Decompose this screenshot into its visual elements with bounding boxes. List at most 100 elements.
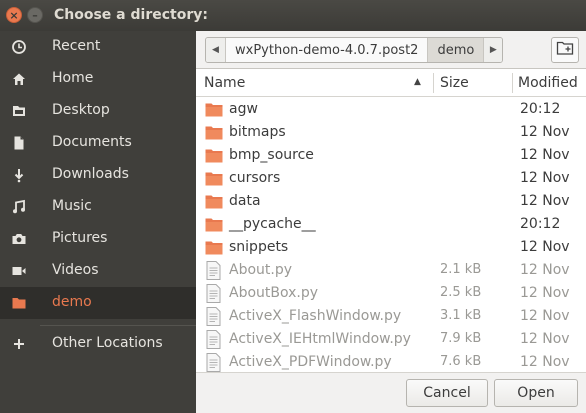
chevron-left-icon: ◀ <box>212 45 219 55</box>
file-name: agw <box>229 101 258 117</box>
text-file-icon <box>205 330 223 349</box>
download-icon <box>10 166 28 184</box>
plus-icon <box>10 335 28 353</box>
sidebar-item-label: Pictures <box>52 230 108 246</box>
location-toolbar: ◀ wxPython-demo-4.0.7.post2 demo ▶ <box>196 31 586 68</box>
clock-icon <box>10 38 28 56</box>
text-file-icon <box>205 284 223 303</box>
sidebar-item-music[interactable]: Music <box>0 191 196 223</box>
minimize-window-button[interactable]: – <box>27 7 43 23</box>
list-item[interactable]: About.py 2.1 kB 12 Nov <box>196 259 586 282</box>
path-segment-current[interactable]: demo <box>427 38 484 62</box>
file-name: ActiveX_PDFWindow.py <box>229 354 392 370</box>
document-icon <box>10 134 28 152</box>
sidebar-item-demo[interactable]: demo <box>0 287 196 319</box>
camera-icon <box>10 230 28 248</box>
file-name: cursors <box>229 170 281 186</box>
sidebar-item-videos[interactable]: Videos <box>0 255 196 287</box>
list-item[interactable]: agw 20:12 <box>196 98 586 121</box>
column-divider[interactable] <box>433 73 434 93</box>
path-segment-parent[interactable]: wxPython-demo-4.0.7.post2 <box>225 38 428 62</box>
path-scroll-right-button[interactable]: ▶ <box>483 38 503 62</box>
file-name: About.py <box>229 262 293 278</box>
file-name: snippets <box>229 239 289 255</box>
file-size: 7.6 kB <box>440 354 482 369</box>
file-name: bitmaps <box>229 124 286 140</box>
sidebar-item-downloads[interactable]: Downloads <box>0 159 196 191</box>
column-header-modified[interactable]: Modified <box>518 69 578 97</box>
path-scroll-left-button[interactable]: ◀ <box>206 38 225 62</box>
cancel-button[interactable]: Cancel <box>406 379 488 407</box>
open-button[interactable]: Open <box>494 379 578 407</box>
places-sidebar: Recent Home Desktop Documents Downloads <box>0 31 196 413</box>
list-item[interactable]: AboutBox.py 2.5 kB 12 Nov <box>196 282 586 305</box>
music-icon <box>10 198 28 216</box>
chevron-right-icon: ▶ <box>489 45 497 55</box>
folder-icon <box>205 148 223 163</box>
list-item[interactable]: bitmaps 12 Nov <box>196 121 586 144</box>
file-list[interactable]: Name ▲ Size Modified agw 20:12 bitmaps 12 N… <box>196 68 586 372</box>
video-icon <box>10 262 28 280</box>
list-item[interactable]: ActiveX_IEHtmlWindow.py 7.9 kB 12 Nov <box>196 328 586 351</box>
dialog-action-bar: Cancel Open <box>196 372 586 413</box>
text-file-icon <box>205 261 223 280</box>
file-modified: 12 Nov <box>520 354 570 370</box>
folder-icon <box>205 125 223 140</box>
list-item[interactable]: data 12 Nov <box>196 190 586 213</box>
minimize-icon: – <box>32 8 38 22</box>
sidebar-item-desktop[interactable]: Desktop <box>0 95 196 127</box>
sidebar-item-other-locations[interactable]: Other Locations <box>0 328 196 360</box>
file-size: 2.5 kB <box>440 285 482 300</box>
folder-icon <box>205 240 223 255</box>
column-headers: Name ▲ Size Modified <box>196 69 586 97</box>
file-modified: 12 Nov <box>520 285 570 301</box>
sidebar-item-label: Videos <box>52 262 99 278</box>
folder-icon <box>205 217 223 232</box>
window-title: Choose a directory: <box>54 7 208 23</box>
sidebar-item-label: Other Locations <box>52 335 163 351</box>
file-name: ActiveX_FlashWindow.py <box>229 308 402 324</box>
file-name: __pycache__ <box>229 216 316 232</box>
folder-icon <box>205 102 223 117</box>
column-divider[interactable] <box>512 73 513 93</box>
file-modified: 12 Nov <box>520 193 570 209</box>
file-modified: 20:12 <box>520 216 561 232</box>
sidebar-item-home[interactable]: Home <box>0 63 196 95</box>
file-modified: 12 Nov <box>520 331 570 347</box>
file-size: 3.1 kB <box>440 308 482 323</box>
close-icon: × <box>9 8 19 22</box>
file-name: AboutBox.py <box>229 285 319 301</box>
desktop-folder-icon <box>10 102 28 120</box>
new-folder-icon <box>556 40 574 60</box>
folder-icon <box>205 171 223 186</box>
sidebar-item-pictures[interactable]: Pictures <box>0 223 196 255</box>
file-chooser-dialog: × – Choose a directory: Recent Home Desk… <box>0 0 586 413</box>
create-folder-button[interactable] <box>551 37 579 63</box>
file-modified: 12 Nov <box>520 262 570 278</box>
file-modified: 12 Nov <box>520 147 570 163</box>
close-window-button[interactable]: × <box>6 7 22 23</box>
sidebar-item-recent[interactable]: Recent <box>0 31 196 63</box>
file-name: ActiveX_IEHtmlWindow.py <box>229 331 411 347</box>
sidebar-item-label: Desktop <box>52 102 110 118</box>
file-size: 2.1 kB <box>440 262 482 277</box>
sidebar-item-label: demo <box>52 294 92 310</box>
column-header-name[interactable]: Name <box>204 69 434 97</box>
list-item[interactable]: cursors 12 Nov <box>196 167 586 190</box>
list-item[interactable]: bmp_source 12 Nov <box>196 144 586 167</box>
list-item[interactable]: ActiveX_PDFWindow.py 7.6 kB 12 Nov <box>196 351 586 374</box>
sidebar-item-label: Recent <box>52 38 101 54</box>
sidebar-item-documents[interactable]: Documents <box>0 127 196 159</box>
sort-ascending-icon: ▲ <box>414 77 421 87</box>
list-item[interactable]: snippets 12 Nov <box>196 236 586 259</box>
path-bar: ◀ wxPython-demo-4.0.7.post2 demo ▶ <box>205 37 504 63</box>
file-name: bmp_source <box>229 147 314 163</box>
column-header-size[interactable]: Size <box>440 69 469 97</box>
title-bar: × – Choose a directory: <box>0 0 586 31</box>
text-file-icon <box>205 353 223 372</box>
list-item[interactable]: __pycache__ 20:12 <box>196 213 586 236</box>
list-item[interactable]: ActiveX_FlashWindow.py 3.1 kB 12 Nov <box>196 305 586 328</box>
sidebar-item-label: Downloads <box>52 166 129 182</box>
file-name: data <box>229 193 261 209</box>
file-size: 7.9 kB <box>440 331 482 346</box>
